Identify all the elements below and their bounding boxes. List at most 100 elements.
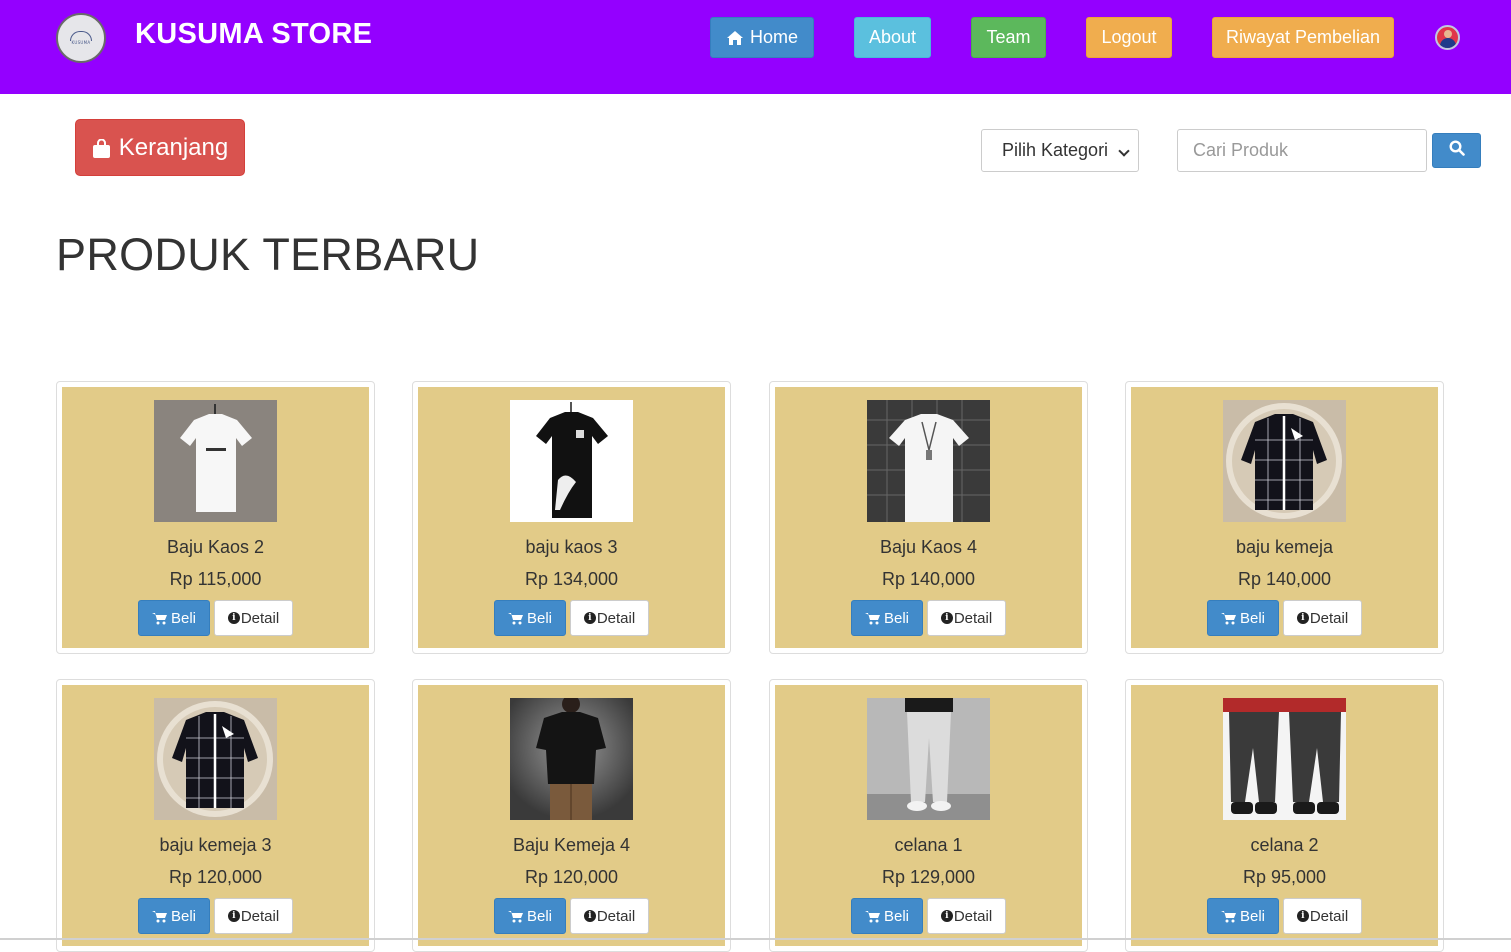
detail-button[interactable]: i Detail (570, 898, 649, 934)
detail-button[interactable]: i Detail (214, 898, 293, 934)
buy-button[interactable]: Beli (138, 898, 210, 934)
buy-label: Beli (526, 907, 552, 925)
cart-icon (507, 612, 523, 625)
product-card: Baju Kaos 2 Rp 115,000 Beli i Detail (56, 381, 375, 654)
product-name: celana 1 (894, 835, 963, 855)
detail-button[interactable]: i Detail (927, 600, 1006, 636)
product-image[interactable] (510, 400, 633, 522)
product-card: baju kemeja Rp 140,000 Beli i Detail (1125, 381, 1444, 654)
brand-title[interactable]: KUSUMA STORE (135, 18, 372, 51)
search-icon (1448, 140, 1465, 161)
nav-purchase-history-button[interactable]: Riwayat Pembelian (1212, 17, 1394, 58)
info-icon: i (583, 612, 596, 624)
product-price: Rp 129,000 (881, 867, 976, 887)
product-name: Baju Kaos 4 (879, 537, 978, 557)
detail-label: Detail (953, 609, 993, 627)
product-name: celana 2 (1250, 835, 1319, 855)
info-icon: i (583, 910, 596, 922)
category-select-value: Pilih Kategori (1002, 140, 1109, 160)
product-card: Baju Kemeja 4 Rp 120,000 Beli i Detail (412, 679, 731, 952)
cart-icon (151, 612, 167, 625)
nav-purchase-history-label: Riwayat Pembelian (1225, 27, 1381, 47)
product-price: Rp 120,000 (168, 867, 263, 887)
buy-label: Beli (1239, 907, 1265, 925)
buy-label: Beli (170, 907, 196, 925)
product-image[interactable] (867, 400, 990, 522)
info-icon: i (940, 612, 953, 624)
cart-icon (864, 612, 880, 625)
detail-label: Detail (240, 907, 280, 925)
buy-button[interactable]: Beli (494, 600, 566, 636)
info-icon: i (1296, 612, 1309, 624)
navbar: KUSUMA KUSUMA STORE Home About Team Logo… (0, 0, 1511, 94)
product-price: Rp 134,000 (524, 569, 619, 589)
detail-button[interactable]: i Detail (1283, 600, 1362, 636)
product-price: Rp 95,000 (1242, 867, 1327, 887)
product-image[interactable] (867, 698, 990, 820)
search-input[interactable]: Cari Produk (1177, 129, 1427, 172)
product-name: baju kemeja (1235, 537, 1334, 557)
product-price: Rp 140,000 (881, 569, 976, 589)
product-image[interactable] (1223, 698, 1346, 820)
search-button[interactable] (1432, 133, 1481, 168)
store-logo[interactable]: KUSUMA (56, 13, 106, 63)
nav-home-button[interactable]: Home (710, 17, 814, 58)
nav-about-label: About (868, 27, 917, 47)
buy-label: Beli (1239, 609, 1265, 627)
cart-icon (864, 910, 880, 923)
category-select[interactable]: Pilih Kategori (981, 129, 1139, 172)
buy-button[interactable]: Beli (494, 898, 566, 934)
buy-label: Beli (526, 609, 552, 627)
logo-mark: KUSUMA (66, 31, 96, 45)
detail-button[interactable]: i Detail (1283, 898, 1362, 934)
shopping-bag-icon (92, 138, 111, 158)
detail-button[interactable]: i Detail (927, 898, 1006, 934)
product-price: Rp 120,000 (524, 867, 619, 887)
detail-label: Detail (596, 609, 636, 627)
product-name: Baju Kaos 2 (166, 537, 265, 557)
product-card: Baju Kaos 4 Rp 140,000 Beli i Detail (769, 381, 1088, 654)
product-image[interactable] (510, 698, 633, 820)
cart-icon (1220, 910, 1236, 923)
buy-label: Beli (883, 907, 909, 925)
detail-label: Detail (953, 907, 993, 925)
buy-button[interactable]: Beli (851, 898, 923, 934)
detail-button[interactable]: i Detail (214, 600, 293, 636)
product-image[interactable] (154, 400, 277, 522)
product-card: celana 1 Rp 129,000 Beli i Detail (769, 679, 1088, 952)
user-avatar[interactable] (1435, 25, 1460, 50)
buy-button[interactable]: Beli (138, 600, 210, 636)
product-name: baju kemeja 3 (159, 835, 272, 855)
buy-label: Beli (170, 609, 196, 627)
buy-button[interactable]: Beli (1207, 898, 1279, 934)
product-card: celana 2 Rp 95,000 Beli i Detail (1125, 679, 1444, 952)
info-icon: i (1296, 910, 1309, 922)
search-placeholder: Cari Produk (1193, 140, 1289, 160)
buy-label: Beli (883, 609, 909, 627)
cart-button-label: Keranjang (118, 133, 229, 161)
cart-icon (151, 910, 167, 923)
product-price: Rp 115,000 (169, 569, 262, 589)
nav-team-label: Team (986, 27, 1031, 47)
cart-button[interactable]: Keranjang (75, 119, 245, 176)
product-card: baju kemeja 3 Rp 120,000 Beli i Detail (56, 679, 375, 952)
product-price: Rp 140,000 (1237, 569, 1332, 589)
nav-home-label: Home (749, 27, 798, 47)
nav-logout-button[interactable]: Logout (1086, 17, 1172, 58)
detail-label: Detail (1309, 907, 1349, 925)
detail-button[interactable]: i Detail (570, 600, 649, 636)
buy-button[interactable]: Beli (1207, 600, 1279, 636)
product-card: baju kaos 3 Rp 134,000 Beli i Detail (412, 381, 731, 654)
nav-about-button[interactable]: About (854, 17, 931, 58)
product-image[interactable] (154, 698, 277, 820)
nav-team-button[interactable]: Team (971, 17, 1046, 58)
product-image[interactable] (1223, 400, 1346, 522)
cart-icon (507, 910, 523, 923)
product-name: Baju Kemeja 4 (512, 835, 631, 855)
buy-button[interactable]: Beli (851, 600, 923, 636)
info-icon: i (227, 910, 240, 922)
info-icon: i (227, 612, 240, 624)
detail-label: Detail (596, 907, 636, 925)
chevron-down-icon (1118, 145, 1130, 157)
page-title: PRODUK TERBARU (56, 229, 480, 280)
